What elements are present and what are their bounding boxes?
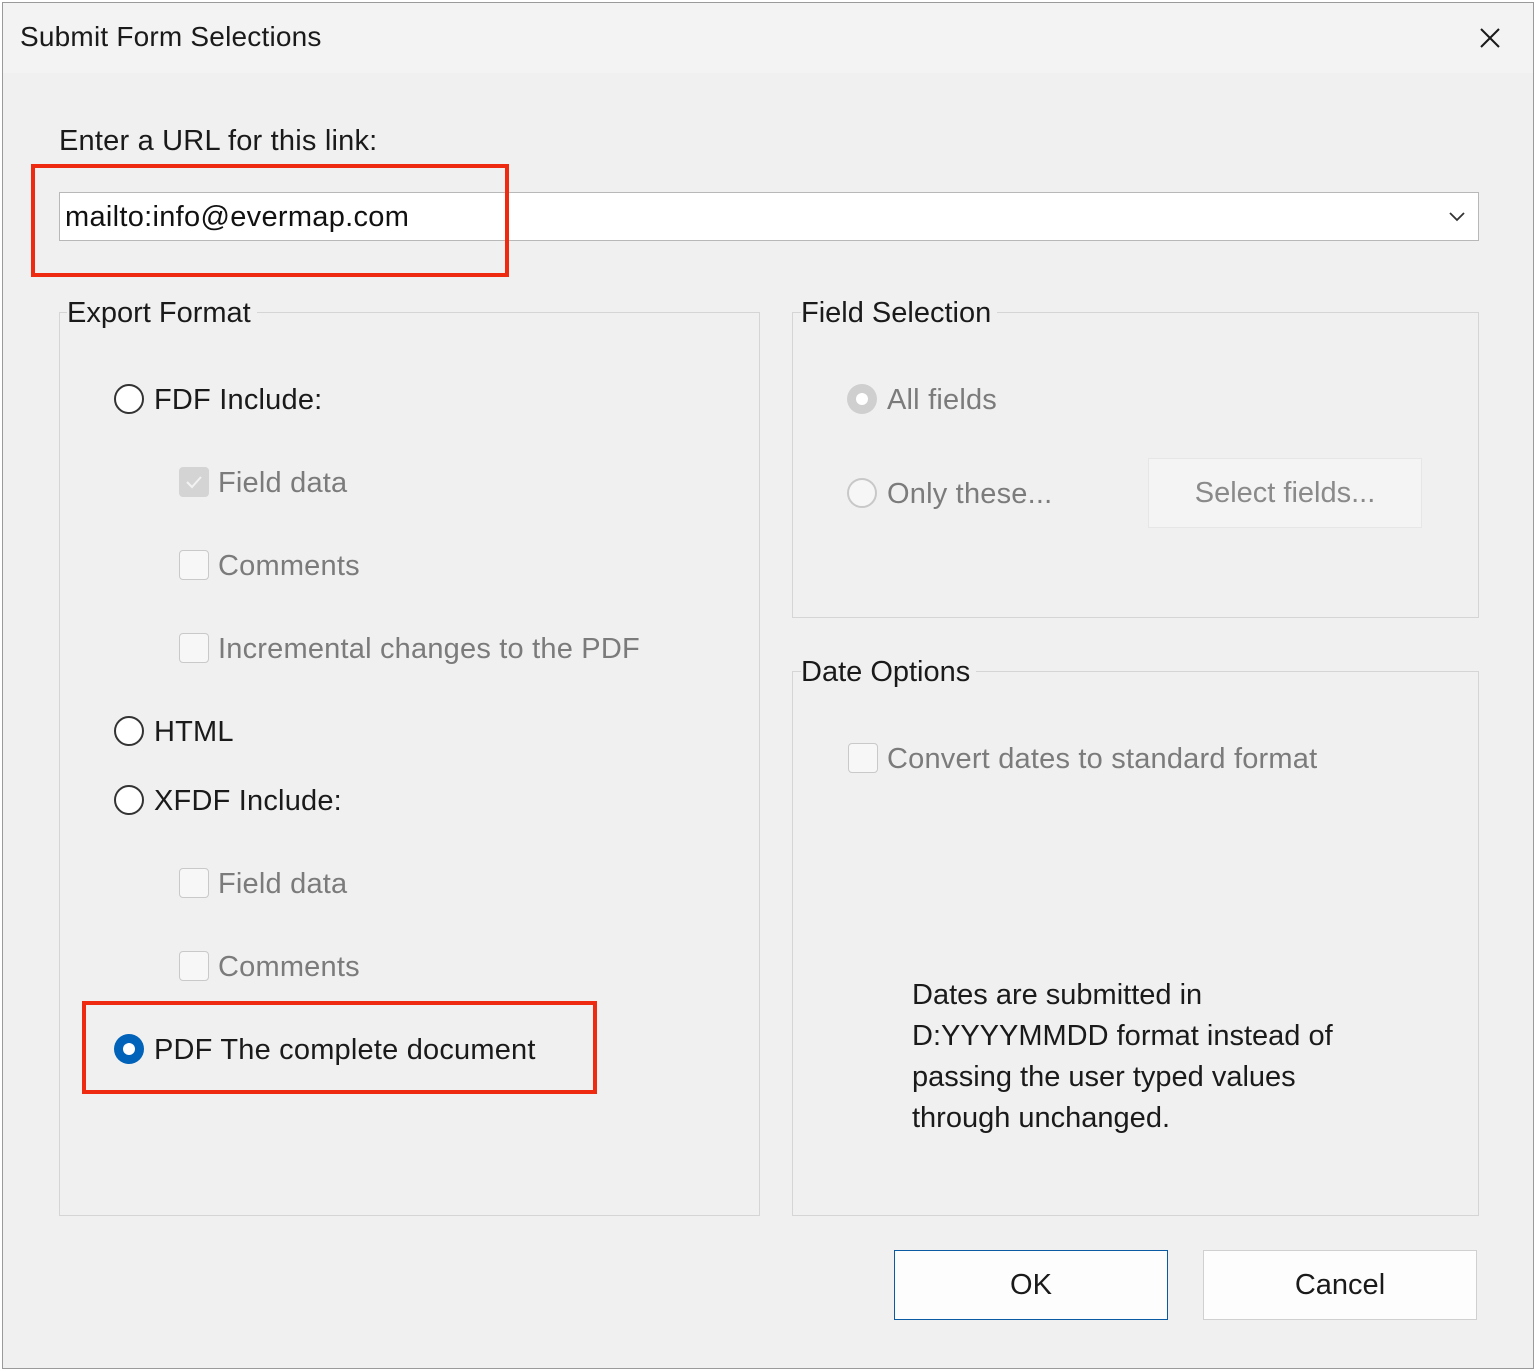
xfdf-field-data-label: Field data (218, 868, 348, 900)
fdf-field-data-checkbox (179, 467, 209, 497)
field-selection-label: Field Selection (801, 297, 998, 330)
fdf-comments-label: Comments (218, 550, 360, 582)
cancel-button[interactable]: Cancel (1203, 1250, 1477, 1320)
only-these-label: Only these... (887, 478, 1053, 510)
export-format-label: Export Format (67, 297, 257, 330)
select-fields-button: Select fields... (1148, 458, 1422, 528)
xfdf-field-data-checkbox (179, 868, 209, 898)
url-label: Enter a URL for this link: (59, 125, 378, 157)
all-fields-label: All fields (887, 384, 997, 416)
fdf-incremental-checkbox (179, 633, 209, 663)
all-fields-radio (847, 384, 877, 414)
fdf-field-data-label: Field data (218, 467, 348, 499)
chevron-down-icon[interactable] (1446, 205, 1468, 227)
date-note: Dates are submitted in D:YYYYMMDD format… (912, 979, 1333, 1134)
convert-dates-checkbox (848, 743, 878, 773)
fdf-comments-checkbox (179, 550, 209, 580)
xfdf-comments-label: Comments (218, 951, 360, 983)
xfdf-radio-label: XFDF Include: (154, 785, 342, 817)
close-icon (1480, 28, 1500, 48)
convert-dates-label: Convert dates to standard format (887, 743, 1318, 775)
pdf-highlight-box (82, 1001, 597, 1094)
xfdf-radio[interactable] (114, 785, 144, 815)
dialog-title: Submit Form Selections (20, 21, 322, 52)
fdf-incremental-label: Incremental changes to the PDF (218, 633, 640, 665)
xfdf-comments-checkbox (179, 951, 209, 981)
close-button[interactable] (1455, 3, 1525, 73)
checkmark-icon (186, 476, 202, 489)
html-radio[interactable] (114, 716, 144, 746)
title-bar: Submit Form Selections (3, 3, 1533, 73)
ok-button[interactable]: OK (894, 1250, 1168, 1320)
submit-form-dialog: Submit Form Selections Enter a URL for t… (2, 2, 1534, 1369)
only-these-radio (847, 478, 877, 508)
fdf-radio-label: FDF Include: (154, 384, 323, 416)
date-options-label: Date Options (801, 656, 977, 689)
fdf-radio[interactable] (114, 384, 144, 414)
html-radio-label: HTML (154, 716, 234, 748)
url-highlight-box (31, 164, 509, 277)
